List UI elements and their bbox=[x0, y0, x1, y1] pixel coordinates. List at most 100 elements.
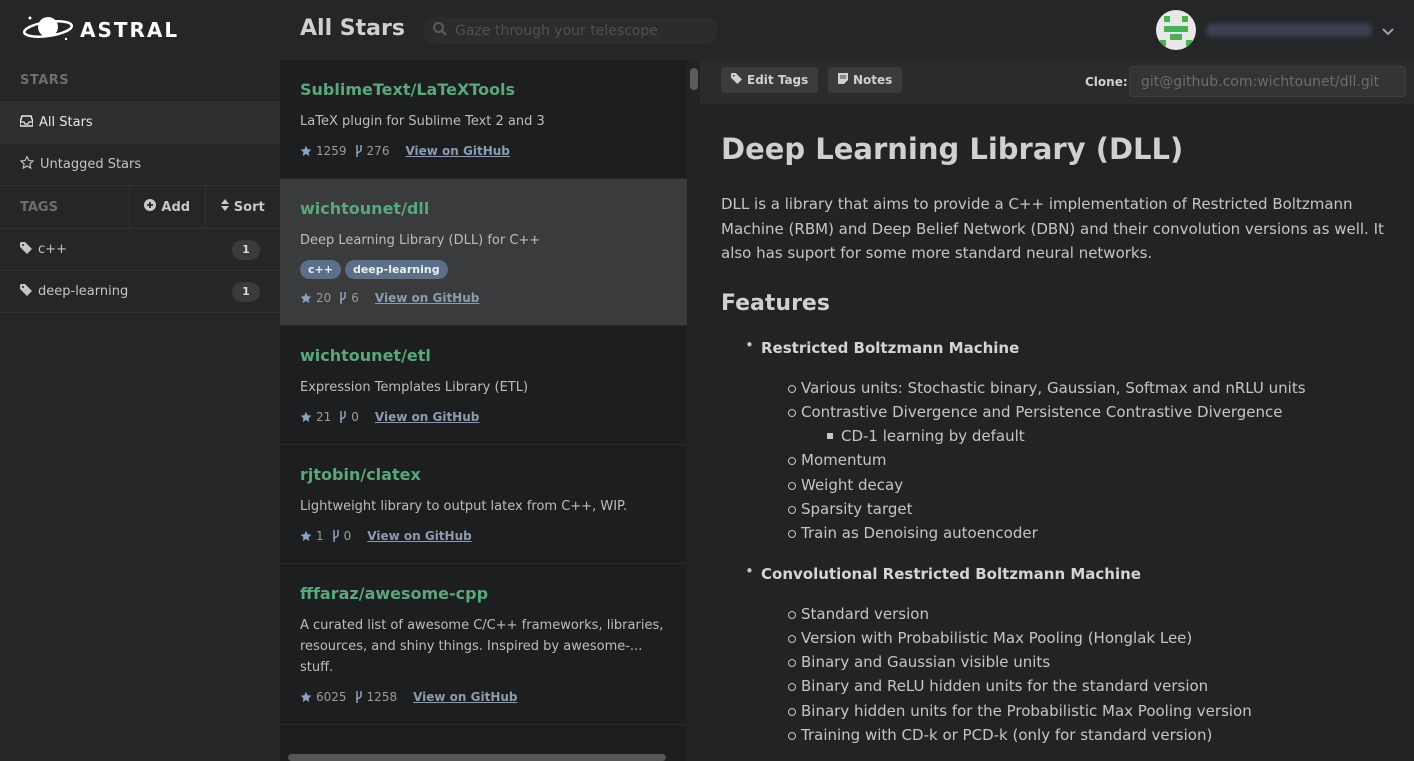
tags-heading: TAGS bbox=[0, 186, 130, 228]
feature-item: Version with Probabilistic Max Pooling (… bbox=[761, 626, 1394, 650]
sort-tags-label: Sort bbox=[233, 199, 265, 215]
view-on-github-link[interactable]: View on GitHub bbox=[375, 410, 479, 424]
notes-button[interactable]: Notes bbox=[828, 67, 903, 93]
top-bar: All Stars bbox=[280, 0, 1414, 60]
feature-item-text: Contrastive Divergence and Persistence C… bbox=[801, 402, 1283, 421]
feature-item: Weight decay bbox=[761, 473, 1394, 497]
repo-card[interactable]: fffaraz/awesome-cpp A curated list of aw… bbox=[280, 564, 687, 725]
sidebar-item-all-stars[interactable]: All Stars bbox=[0, 102, 280, 144]
tag-chip[interactable]: c++ bbox=[300, 260, 341, 279]
view-on-github-link[interactable]: View on GitHub bbox=[413, 690, 517, 704]
fork-icon bbox=[340, 411, 347, 423]
star-count: 1259 bbox=[300, 144, 347, 158]
feature-sublist: Various units: Stochastic binary, Gaussi… bbox=[761, 376, 1394, 546]
forks-value: 0 bbox=[343, 529, 352, 543]
repo-description: A curated list of awesome C/C++ framewor… bbox=[300, 618, 664, 675]
clone-label: Clone: bbox=[1085, 75, 1128, 89]
feature-section-title: Restricted Boltzmann Machine bbox=[761, 338, 1020, 357]
tag-chip[interactable]: deep-learning bbox=[344, 260, 448, 279]
star-icon bbox=[300, 530, 312, 541]
sidebar-tag-cpp[interactable]: c++ 1 bbox=[0, 229, 280, 271]
stars-value: 21 bbox=[316, 410, 332, 424]
add-tag-button[interactable]: Add bbox=[130, 186, 205, 228]
repo-card[interactable]: wichtounet/etl Expression Templates Libr… bbox=[280, 326, 687, 445]
repo-name[interactable]: SublimeText/LaTeXTools bbox=[300, 80, 667, 99]
forks-value: 1258 bbox=[366, 690, 398, 704]
search-input[interactable] bbox=[455, 22, 705, 39]
repo-name[interactable]: rjtobin/clatex bbox=[300, 465, 667, 484]
repo-name[interactable]: wichtounet/etl bbox=[300, 346, 667, 365]
feature-item: Training with CD-k or PCD-k (only for st… bbox=[761, 723, 1394, 747]
list-scrollbar[interactable] bbox=[690, 68, 698, 90]
fork-count: 276 bbox=[355, 144, 390, 158]
stars-value: 20 bbox=[316, 291, 332, 305]
readme-intro: DLL is a library that aims to provide a … bbox=[721, 195, 1384, 262]
repo-list: SublimeText/LaTeXTools LaTeX plugin for … bbox=[280, 60, 687, 761]
forks-value: 276 bbox=[366, 144, 390, 158]
feature-section: Restricted Boltzmann Machine Various uni… bbox=[721, 336, 1394, 546]
repo-meta: 1 0 View on GitHub bbox=[300, 529, 667, 563]
astral-app: ASTRAL STARS All Stars Untagged Stars TA… bbox=[0, 0, 1414, 761]
fork-count: 6 bbox=[339, 291, 359, 305]
tag-count-badge: 1 bbox=[232, 281, 260, 302]
user-menu[interactable] bbox=[1156, 10, 1394, 50]
search-icon bbox=[433, 21, 447, 40]
repo-meta: 6025 1258 View on GitHub bbox=[300, 690, 667, 724]
tag-icon bbox=[20, 241, 32, 258]
brand[interactable]: ASTRAL bbox=[0, 0, 280, 60]
tag-icon bbox=[731, 73, 742, 87]
edit-tags-button[interactable]: Edit Tags bbox=[721, 67, 819, 93]
list-horizontal-scrollbar[interactable] bbox=[288, 754, 666, 761]
repo-tags: c++ deep-learning bbox=[300, 260, 667, 279]
repo-meta: 20 6 View on GitHub bbox=[300, 291, 667, 325]
feature-item: Binary and ReLU hidden units for the sta… bbox=[761, 674, 1394, 698]
star-icon bbox=[300, 411, 312, 422]
star-outline-icon bbox=[19, 155, 35, 173]
sidebar-tag-deep-learning[interactable]: deep-learning 1 bbox=[0, 271, 280, 313]
repo-card[interactable]: rjtobin/clatex Lightweight library to ou… bbox=[280, 445, 687, 564]
fork-icon bbox=[355, 145, 362, 157]
star-count: 21 bbox=[300, 410, 331, 424]
chevron-down-icon[interactable] bbox=[1382, 21, 1394, 40]
feature-subsublist: CD-1 learning by default bbox=[801, 424, 1394, 448]
add-tag-label: Add bbox=[161, 199, 191, 215]
feature-subitem: CD-1 learning by default bbox=[801, 424, 1394, 448]
view-on-github-link[interactable]: View on GitHub bbox=[405, 144, 509, 158]
star-icon bbox=[300, 292, 312, 303]
fork-icon bbox=[340, 292, 347, 304]
avatar bbox=[1156, 10, 1196, 50]
search-box[interactable] bbox=[423, 17, 718, 44]
view-on-github-link[interactable]: View on GitHub bbox=[375, 291, 479, 305]
repo-card-selected[interactable]: wichtounet/dll Deep Learning Library (DL… bbox=[280, 179, 687, 326]
page-title: All Stars bbox=[300, 16, 405, 41]
feature-item: Various units: Stochastic binary, Gaussi… bbox=[761, 376, 1394, 400]
edit-tags-label: Edit Tags bbox=[747, 73, 809, 87]
clone-url-field[interactable] bbox=[1129, 66, 1406, 97]
star-count: 6025 bbox=[300, 690, 347, 704]
forks-value: 0 bbox=[351, 410, 359, 424]
notes-label: Notes bbox=[853, 73, 893, 87]
sidebar-item-untagged-stars[interactable]: Untagged Stars bbox=[0, 144, 280, 186]
view-on-github-link[interactable]: View on GitHub bbox=[367, 529, 471, 543]
sort-tags-button[interactable]: Sort bbox=[204, 186, 281, 228]
feature-item: Binary and Gaussian visible units bbox=[761, 650, 1394, 674]
feature-item: Contrastive Divergence and Persistence C… bbox=[761, 400, 1394, 449]
planet-logo-icon bbox=[22, 12, 74, 48]
readme: Deep Learning Library (DLL) DLL is a lib… bbox=[700, 104, 1414, 761]
feature-item: Sparsity target bbox=[761, 497, 1394, 521]
repo-name[interactable]: fffaraz/awesome-cpp bbox=[300, 584, 667, 603]
stars-heading: STARS bbox=[0, 60, 280, 102]
tag-label-group: deep-learning bbox=[20, 283, 128, 300]
features-heading: Features bbox=[721, 290, 830, 316]
tags-header: TAGS Add Sort bbox=[0, 186, 280, 229]
tag-count-badge: 1 bbox=[232, 239, 260, 260]
repo-name[interactable]: wichtounet/dll bbox=[300, 199, 667, 218]
repo-description: LaTeX plugin for Sublime Text 2 and 3 bbox=[300, 114, 545, 129]
stars-value: 6025 bbox=[316, 690, 347, 704]
fork-icon bbox=[332, 530, 339, 542]
stars-value: 1 bbox=[316, 529, 324, 543]
fork-count: 1258 bbox=[355, 690, 398, 704]
repo-card[interactable]: SublimeText/LaTeXTools LaTeX plugin for … bbox=[280, 60, 687, 179]
fork-count: 0 bbox=[332, 529, 352, 543]
detail-toolbar: Edit Tags Notes Clone: bbox=[700, 60, 1414, 104]
